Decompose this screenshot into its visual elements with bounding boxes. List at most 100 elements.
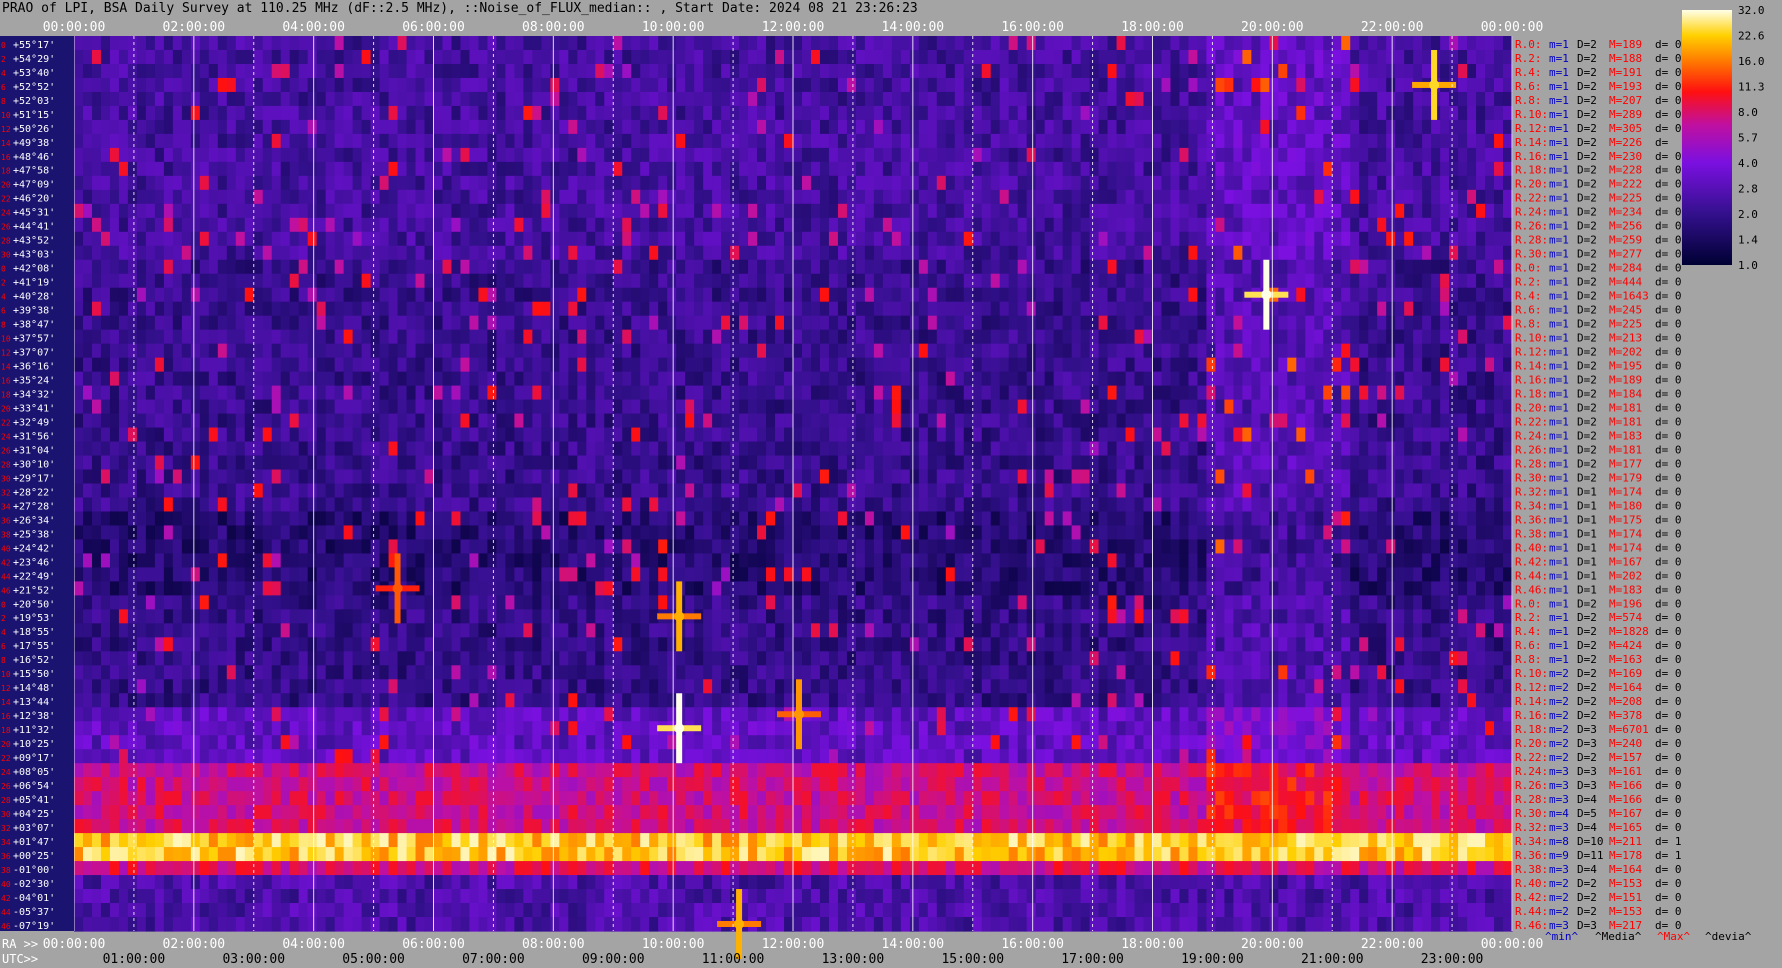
heatmap-cell — [1377, 147, 1387, 163]
heatmap-cell — [442, 189, 453, 205]
heatmap-cell — [559, 301, 569, 317]
heatmap-cell — [793, 63, 803, 79]
heatmap-cell — [631, 49, 641, 65]
heatmap-cell — [712, 371, 722, 387]
heatmap-cell — [541, 441, 551, 457]
heatmap-cell — [343, 399, 354, 415]
heatmap-cell — [1386, 105, 1396, 121]
heatmap-cell — [334, 36, 345, 51]
heatmap-cell — [1107, 189, 1118, 205]
heatmap-cell — [451, 245, 462, 261]
heatmap-cell — [1278, 301, 1288, 317]
heatmap-cell — [406, 273, 417, 289]
heatmap-cell — [1314, 147, 1324, 163]
heatmap-cell — [145, 161, 156, 177]
heatmap-cell — [694, 273, 704, 289]
heatmap-cell — [1485, 49, 1495, 65]
heatmap-cell — [640, 161, 650, 177]
heatmap-cell — [927, 329, 938, 345]
heatmap-cell — [1269, 385, 1279, 401]
heatmap-cell — [478, 175, 489, 191]
heatmap-cell — [1503, 329, 1513, 345]
heatmap-cell — [487, 175, 498, 191]
heatmap-cell — [1134, 399, 1145, 415]
heatmap-cell — [766, 399, 776, 415]
heatmap-cell — [945, 147, 956, 163]
heatmap-cell — [721, 259, 731, 275]
heatmap-cell — [145, 105, 156, 121]
heatmap-cell — [864, 133, 875, 149]
heatmap-cell — [999, 189, 1010, 205]
heatmap-cell — [1368, 273, 1378, 289]
heatmap-cell — [1386, 147, 1396, 163]
heatmap-cell — [181, 441, 192, 457]
heatmap-cell — [1341, 161, 1351, 177]
heatmap-cell — [496, 189, 506, 205]
heatmap-cell — [397, 287, 408, 303]
heatmap-cell — [640, 49, 650, 65]
heatmap-cell — [631, 287, 641, 303]
heatmap-cell — [370, 175, 381, 191]
heatmap-cell — [1197, 315, 1208, 331]
heatmap-cell — [748, 147, 758, 163]
heatmap-cell — [604, 175, 614, 191]
heatmap-cell — [91, 413, 102, 429]
heatmap-cell — [388, 91, 399, 107]
heatmap-cell — [739, 441, 749, 457]
heatmap-cell — [658, 273, 668, 289]
heatmap-cell — [667, 91, 677, 107]
heatmap-cell — [855, 189, 866, 205]
heatmap-cell — [1044, 441, 1055, 457]
heatmap-cell — [1116, 399, 1127, 415]
heatmap-cell — [370, 287, 381, 303]
heatmap-cell — [532, 175, 542, 191]
heatmap-cell — [451, 385, 462, 401]
heatmap-cell — [990, 77, 1001, 93]
heatmap-cell — [801, 357, 812, 373]
heatmap-cell — [487, 203, 498, 219]
heatmap-cell — [1062, 189, 1073, 205]
heatmap-cell — [505, 161, 515, 177]
heatmap-cell — [1017, 175, 1028, 191]
heatmap-cell — [199, 189, 210, 205]
heatmap-cell — [999, 91, 1010, 107]
heatmap-cell — [469, 329, 480, 345]
heatmap-cell — [927, 105, 938, 121]
heatmap-cell — [757, 315, 767, 331]
heatmap-cell — [667, 105, 677, 121]
heatmap-cell — [1242, 343, 1252, 359]
heatmap-cell — [828, 36, 839, 51]
heatmap-cell — [676, 315, 686, 331]
heatmap-cell — [1224, 399, 1234, 415]
heatmap-cell — [91, 469, 102, 485]
heatmap-cell — [1377, 91, 1387, 107]
heatmap-cell — [172, 329, 183, 345]
heatmap-cell — [1314, 357, 1324, 373]
heatmap-cell — [1008, 161, 1019, 177]
heatmap-cell — [487, 427, 498, 443]
heatmap-cell — [235, 175, 246, 191]
heatmap-cell — [370, 133, 381, 149]
heatmap-cell — [487, 49, 498, 65]
heatmap-cell — [1107, 357, 1118, 373]
heatmap-cell — [927, 455, 938, 471]
heatmap-cell — [864, 399, 875, 415]
heatmap-cell — [1062, 63, 1073, 79]
heatmap-cell — [1332, 175, 1342, 191]
heatmap-cell — [226, 63, 237, 79]
heatmap-cell — [163, 133, 174, 149]
heatmap-cell — [379, 203, 390, 219]
heatmap-cell — [1161, 231, 1172, 247]
heatmap-cell — [388, 147, 399, 163]
heatmap-cell — [667, 231, 677, 247]
heatmap-cell — [622, 203, 632, 219]
heatmap-cell — [451, 259, 462, 275]
heatmap-cell — [451, 329, 462, 345]
heatmap-cell — [837, 49, 848, 65]
heatmap-cell — [1143, 385, 1154, 401]
heatmap-cell — [1368, 315, 1378, 331]
heatmap-cell — [478, 315, 489, 331]
heatmap-cell — [487, 329, 498, 345]
heatmap-cell — [91, 343, 102, 359]
heatmap-cell — [846, 455, 857, 471]
